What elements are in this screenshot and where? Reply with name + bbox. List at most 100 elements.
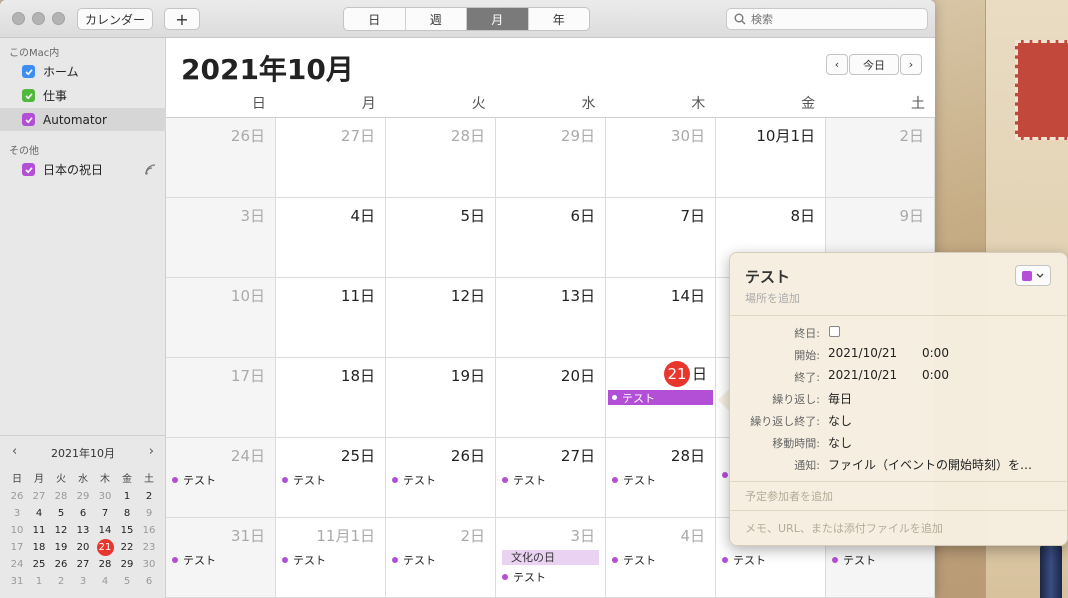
day-cell[interactable]: 31日 テスト <box>166 518 276 598</box>
event-item[interactable]: テスト <box>282 472 326 488</box>
mini-day[interactable]: 15 <box>116 522 138 539</box>
mini-day[interactable]: 14 <box>94 522 116 539</box>
notes-field[interactable]: メモ、URL、または添付ファイルを追加 <box>745 520 943 536</box>
mini-day[interactable]: 31 <box>6 573 28 590</box>
mini-day[interactable]: 8 <box>116 505 138 522</box>
calendar-checkbox[interactable] <box>22 65 35 78</box>
mini-day[interactable]: 24 <box>6 556 28 573</box>
mini-day[interactable]: 1 <box>116 488 138 505</box>
mini-day[interactable]: 17 <box>6 539 28 556</box>
event-item[interactable]: テスト <box>172 472 216 488</box>
day-cell[interactable]: 27日 テスト <box>496 438 606 518</box>
mini-day[interactable]: 26 <box>50 556 72 573</box>
zoom-window-button[interactable] <box>52 12 65 25</box>
calendar-color-picker[interactable] <box>1015 265 1051 286</box>
event-item[interactable]: テスト <box>722 552 766 568</box>
next-month-button[interactable]: › <box>900 54 922 75</box>
mini-day[interactable]: 6 <box>72 505 94 522</box>
mini-day[interactable]: 29 <box>116 556 138 573</box>
mini-day[interactable]: 30 <box>138 556 160 573</box>
event-item[interactable]: テスト <box>282 552 326 568</box>
mini-day[interactable]: 10 <box>6 522 28 539</box>
event-item[interactable]: テスト <box>502 569 546 585</box>
search-field[interactable] <box>726 8 928 30</box>
day-cell[interactable]: 19日 <box>386 358 496 438</box>
view-tab[interactable]: 年 <box>529 8 590 30</box>
day-cell[interactable]: 28日 <box>386 118 496 198</box>
day-cell[interactable]: 30日 <box>606 118 716 198</box>
sidebar-calendar-item[interactable]: ホーム <box>0 60 166 83</box>
sidebar-calendar-item[interactable]: 仕事 <box>0 84 166 107</box>
prev-month-button[interactable]: ‹ <box>826 54 848 75</box>
mini-day[interactable]: 5 <box>50 505 72 522</box>
view-tab[interactable]: 日 <box>344 8 406 30</box>
detail-value[interactable]: 毎日 <box>828 390 852 407</box>
mini-day[interactable]: 3 <box>72 573 94 590</box>
mini-day[interactable]: 30 <box>94 488 116 505</box>
view-tab[interactable]: 月 <box>467 8 529 30</box>
day-cell[interactable]: 29日 <box>496 118 606 198</box>
detail-time[interactable]: 0:00 <box>922 368 949 382</box>
day-cell[interactable]: 6日 <box>496 198 606 278</box>
mini-day[interactable]: 18 <box>28 539 50 556</box>
today-button[interactable]: 今日 <box>849 54 899 75</box>
search-input[interactable] <box>751 11 921 27</box>
minimize-window-button[interactable] <box>32 12 45 25</box>
mini-day[interactable]: 2 <box>138 488 160 505</box>
day-cell[interactable]: 21 日テスト <box>606 358 716 438</box>
day-cell[interactable]: 12日 <box>386 278 496 358</box>
day-cell[interactable]: 11日 <box>276 278 386 358</box>
mini-day[interactable]: 26 <box>6 488 28 505</box>
mini-day[interactable]: 4 <box>94 573 116 590</box>
event-title[interactable]: テスト <box>745 266 790 287</box>
day-cell[interactable]: 10月1日 <box>716 118 826 198</box>
day-cell[interactable]: 3日 <box>166 198 276 278</box>
sidebar-calendar-item[interactable]: 日本の祝日 <box>0 158 166 181</box>
mini-day[interactable]: 3 <box>6 505 28 522</box>
day-cell[interactable]: 4日 テスト <box>606 518 716 598</box>
event-item[interactable]: テスト <box>172 552 216 568</box>
event-bar-selected[interactable]: テスト <box>608 390 713 405</box>
event-item[interactable]: テスト <box>612 472 656 488</box>
mini-day[interactable]: 20 <box>72 539 94 556</box>
calendar-checkbox[interactable] <box>22 113 35 126</box>
day-cell[interactable]: 13日 <box>496 278 606 358</box>
day-cell[interactable]: 20日 <box>496 358 606 438</box>
calendar-checkbox[interactable] <box>22 89 35 102</box>
mini-day[interactable]: 23 <box>138 539 160 556</box>
day-cell[interactable]: 28日 テスト <box>606 438 716 518</box>
mini-day[interactable]: 22 <box>116 539 138 556</box>
mini-day[interactable]: 1 <box>28 573 50 590</box>
mini-day[interactable]: 12 <box>50 522 72 539</box>
mini-day[interactable]: 28 <box>94 556 116 573</box>
calendar-checkbox[interactable] <box>22 163 35 176</box>
day-cell[interactable]: 4日 <box>276 198 386 278</box>
day-cell[interactable]: 24日 テスト <box>166 438 276 518</box>
mini-day[interactable]: 27 <box>28 488 50 505</box>
day-cell[interactable]: 2日 テスト <box>386 518 496 598</box>
all-day-checkbox[interactable] <box>829 326 840 337</box>
day-cell[interactable]: 14日 <box>606 278 716 358</box>
detail-value[interactable]: なし <box>828 434 852 451</box>
event-item[interactable]: テスト <box>832 552 876 568</box>
close-window-button[interactable] <box>12 12 25 25</box>
mini-day[interactable]: 19 <box>50 539 72 556</box>
mini-day[interactable]: 16 <box>138 522 160 539</box>
mini-day[interactable]: 27 <box>72 556 94 573</box>
mini-day[interactable]: 29 <box>72 488 94 505</box>
mini-day[interactable]: 13 <box>72 522 94 539</box>
day-cell[interactable]: 11月1日 テスト <box>276 518 386 598</box>
sidebar-calendar-item[interactable]: Automator <box>0 108 166 131</box>
day-cell[interactable]: 26日 テスト <box>386 438 496 518</box>
detail-value[interactable]: 2021/10/21 <box>828 368 897 382</box>
detail-value[interactable]: ファイル（イベントの開始時刻）を… <box>828 456 1032 473</box>
mini-day[interactable]: 6 <box>138 573 160 590</box>
holiday-event[interactable]: 文化の日 <box>502 550 599 565</box>
mini-day[interactable]: 21 <box>96 539 114 556</box>
day-cell[interactable]: 27日 <box>276 118 386 198</box>
mini-day[interactable]: 2 <box>50 573 72 590</box>
mini-next-icon[interactable]: › <box>149 444 154 459</box>
event-item[interactable]: テスト <box>392 472 436 488</box>
mini-day[interactable]: 9 <box>138 505 160 522</box>
detail-value[interactable]: 2021/10/21 <box>828 346 897 360</box>
